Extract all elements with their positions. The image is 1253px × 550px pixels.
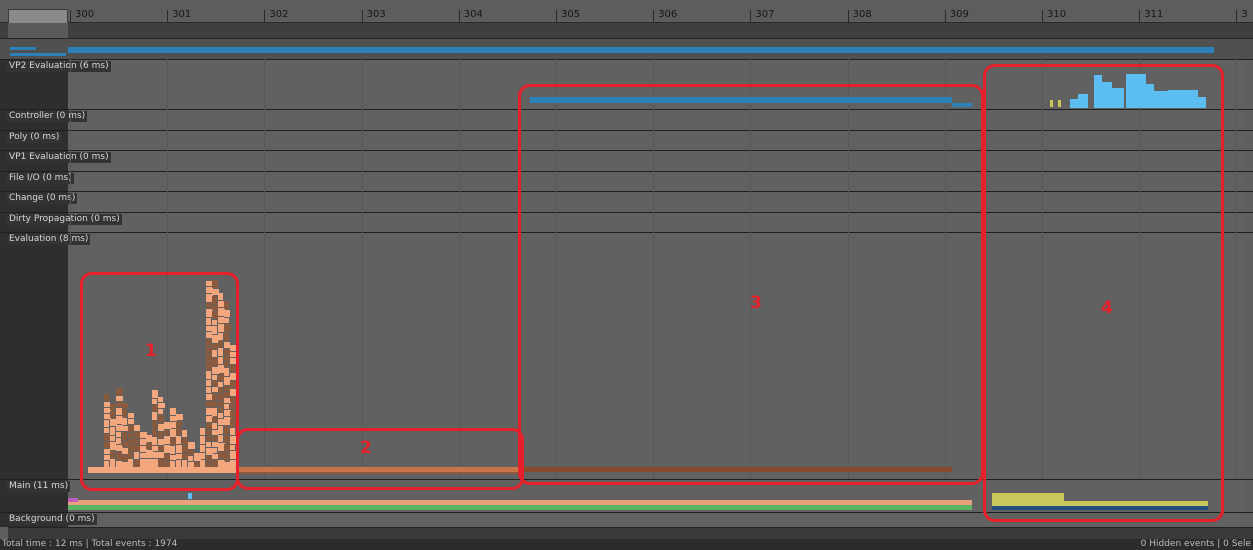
ruler-tick-label: 3 [1241, 9, 1248, 20]
status-bar: Total time : 12 ms | Total events : 1974… [0, 539, 1253, 550]
ruler-tick: 303 [361, 9, 386, 22]
overview-strip[interactable] [0, 23, 1253, 39]
status-summary: Total time : 12 ms | Total events : 1974 [2, 539, 178, 549]
annotation-number-3: 3 [750, 293, 762, 313]
annotation-number-2: 2 [360, 438, 372, 458]
ruler-tick: 311 [1139, 9, 1163, 22]
overview-label-area [8, 23, 68, 38]
annotation-number-4: 4 [1101, 298, 1113, 318]
track-label-vp2: VP2 Evaluation (6 ms) [7, 61, 111, 72]
track-label-poly: Poly (0 ms) [7, 132, 62, 143]
track-label-controller: Controller (0 ms) [7, 111, 88, 122]
ruler-tick: 300 [70, 9, 94, 22]
track-label-main: Main (11 ms) [7, 481, 71, 492]
ruler-tick: 308 [847, 9, 872, 22]
ruler-tick-label: 310 [1047, 9, 1067, 20]
annotation-box-3 [518, 84, 984, 485]
ruler-tick-label: 307 [755, 9, 775, 20]
annotation-box-4 [983, 64, 1224, 522]
track-label-vp1: VP1 Evaluation (0 ms) [7, 152, 111, 163]
grid-line [264, 59, 266, 479]
ruler-tick: 306 [653, 9, 677, 22]
ruler-tick-label: 304 [463, 9, 483, 20]
ruler-tick: 301 [167, 9, 191, 22]
annotation-box-2 [236, 428, 524, 490]
summary-mini [10, 47, 36, 50]
track-label-fileio: File I/O (0 ms) [7, 173, 74, 184]
ruler-tick: 307 [750, 9, 774, 22]
ruler-tick-label: 309 [949, 9, 969, 20]
ruler-corner [8, 9, 68, 24]
main-event-marker[interactable] [68, 498, 78, 502]
main-event-green[interactable] [68, 505, 972, 510]
ruler-tick: 302 [264, 9, 288, 22]
ruler-tick: 310 [1042, 9, 1066, 22]
ruler-tick-label: 303 [366, 9, 386, 20]
track-label-change: Change (0 ms) [7, 193, 78, 204]
summary-bar [68, 47, 1214, 53]
track-label-evaluation: Evaluation (8 ms) [7, 234, 91, 245]
summary-mini-2 [10, 53, 66, 56]
ruler-tick-label: 305 [561, 9, 581, 20]
track-label-background: Background (0 ms) [7, 514, 97, 525]
ruler-tick-label: 300 [75, 9, 95, 20]
grid-line [361, 59, 363, 479]
annotation-number-1: 1 [145, 341, 157, 361]
grid-line [458, 59, 460, 479]
grid-line [70, 59, 71, 479]
ruler-tick-label: 306 [658, 9, 678, 20]
status-selection: 0 Hidden events | 0 Sele [1140, 539, 1251, 549]
ruler-tick: 304 [458, 9, 483, 22]
ruler-tick: 309 [944, 9, 969, 22]
ruler-tick-label: 311 [1144, 9, 1164, 20]
ruler-tick-label: 308 [852, 9, 872, 20]
ruler-tick-label: 301 [172, 9, 192, 20]
summary-track [0, 39, 1253, 59]
grid-line [1236, 59, 1238, 479]
track-label-dirty: Dirty Propagation (0 ms) [7, 214, 122, 225]
main-event-tick[interactable] [188, 493, 192, 499]
ruler-tick: 3 [1236, 9, 1248, 22]
timeline-ruler[interactable]: 300 301 302 303 304 305 306 307 308 309 310 311 3 [0, 0, 1253, 24]
ruler-tick: 305 [556, 9, 580, 22]
annotation-box-1 [80, 272, 239, 491]
ruler-tick-label: 302 [269, 9, 289, 20]
